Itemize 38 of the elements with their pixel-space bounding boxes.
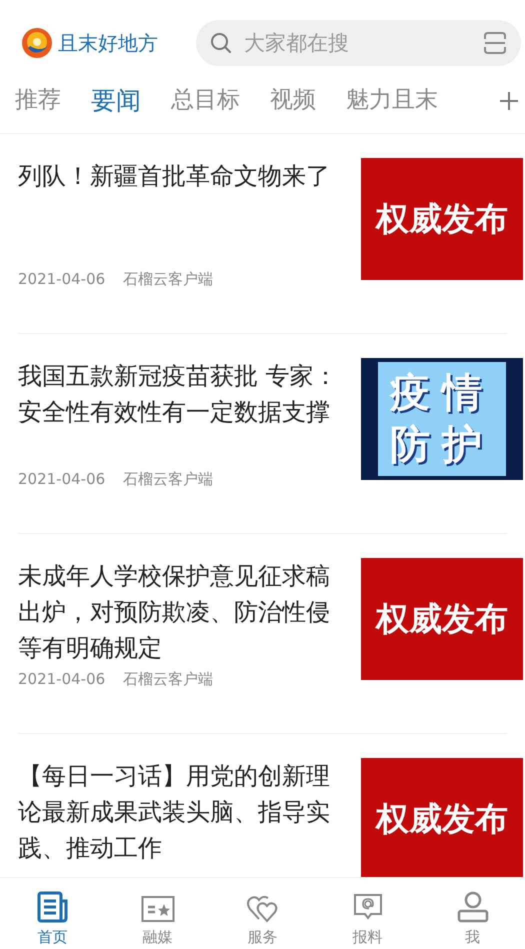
scan-icon[interactable]: [483, 30, 507, 54]
article-title[interactable]: 【每日一习话】用党的创新理论最新成果武装头脑、指导实践、推动工作: [18, 758, 349, 868]
article-date: 2021-04-06: [18, 469, 106, 490]
article-title[interactable]: 列队！新疆首批革命文物来了: [18, 158, 349, 268]
article-date: 2021-04-06: [18, 669, 106, 690]
person-icon: [456, 891, 488, 923]
thumbnail-caption: 权威发布: [376, 798, 508, 840]
article-source: 石榴云客户端: [123, 669, 214, 690]
logo-icon: [22, 28, 52, 58]
article-thumbnail[interactable]: 权威发布: [361, 758, 523, 880]
nav-tab[interactable]: 首页: [0, 878, 105, 949]
article-title[interactable]: 我国五款新冠疫苗获批 专家：安全性有效性有一定数据支撑: [18, 358, 349, 468]
article-thumbnail[interactable]: 权威发布: [361, 558, 523, 680]
thumbnail-caption: 权威发布: [376, 598, 508, 640]
star-card-icon: [140, 895, 174, 923]
category-tab[interactable]: 要闻: [91, 82, 141, 120]
thumbnail-caption: 疫情: [390, 369, 494, 417]
add-icon[interactable]: [499, 91, 519, 111]
nav-tab[interactable]: 我: [420, 878, 525, 949]
thumbnail-caption: 权威发布: [376, 198, 508, 240]
category-tab[interactable]: 推荐: [15, 83, 61, 118]
newspaper-icon: [36, 891, 68, 923]
nav-tab[interactable]: 融媒: [105, 878, 210, 949]
article-source: 石榴云客户端: [123, 269, 214, 290]
article-title[interactable]: 未成年人学校保护意见征求稿出炉，对预防欺凌、防治性侵等有明确规定: [18, 558, 349, 668]
search-icon: [210, 32, 232, 54]
nav-tab[interactable]: 服务: [210, 878, 315, 949]
app-name: 且末好地方: [58, 30, 158, 56]
search-field[interactable]: 大家都在搜: [196, 20, 521, 66]
category-tab[interactable]: 视频: [270, 83, 316, 118]
thumbnail-caption: 防护: [390, 421, 494, 469]
category-tab[interactable]: 魅力且末: [346, 83, 438, 118]
article-source: 石榴云客户端: [123, 469, 214, 490]
hearts-icon: [246, 893, 280, 923]
article-thumbnail[interactable]: 权威发布: [361, 158, 523, 280]
nav-tab[interactable]: 报料: [315, 878, 420, 949]
category-tab[interactable]: 总目标: [171, 83, 240, 118]
article-date: 2021-04-06: [18, 269, 106, 290]
